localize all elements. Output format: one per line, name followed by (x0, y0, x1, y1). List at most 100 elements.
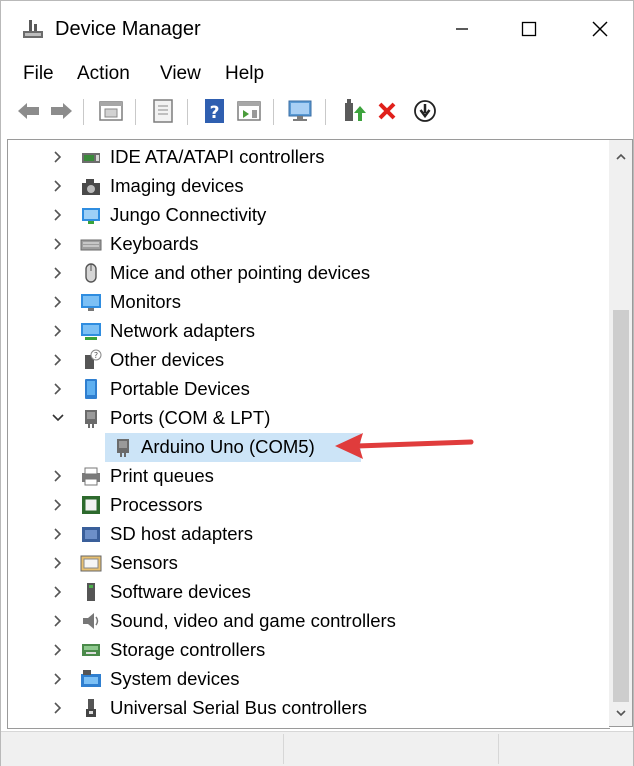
document-icon[interactable] (149, 97, 177, 125)
tree-item-processors[interactable]: Processors (8, 491, 608, 519)
chevron-right-icon[interactable] (52, 353, 64, 367)
tree-item-label: Ports (COM & LPT) (110, 407, 271, 428)
tree-item-system-devices[interactable]: System devices (8, 665, 608, 693)
uninstall-x-icon[interactable] (373, 97, 401, 125)
chevron-right-icon[interactable] (52, 556, 64, 570)
tree-item-label: Print queues (110, 465, 214, 486)
tree-item-label: Arduino Uno (COM5) (141, 436, 315, 457)
window-title: Device Manager (55, 18, 201, 40)
tree-item-ports-com-lpt[interactable]: Ports (COM & LPT) (8, 404, 608, 432)
system-device-icon (81, 670, 101, 687)
sd-adapter-icon (82, 527, 100, 542)
toolbar-separator (83, 99, 84, 125)
status-bar (1, 731, 633, 766)
tree-item-label: Universal Serial Bus controllers (110, 697, 368, 718)
chevron-right-icon[interactable] (52, 527, 64, 541)
vertical-scrollbar[interactable] (609, 139, 633, 727)
ide-controller-icon (82, 153, 100, 163)
tree-item-ide-ata-atapi-controllers[interactable]: IDE ATA/ATAPI controllers (8, 143, 608, 171)
menu-file[interactable]: File (21, 62, 56, 86)
chevron-right-icon[interactable] (52, 701, 64, 715)
chevron-right-icon[interactable] (52, 295, 64, 309)
update-driver-icon[interactable] (339, 97, 367, 125)
menu-view[interactable]: View (158, 62, 203, 86)
tree-item-label: Storage controllers (110, 639, 266, 660)
menu-action[interactable]: Action (75, 62, 132, 86)
back-arrow-icon[interactable] (15, 97, 43, 125)
tree-item-network-adapters[interactable]: Network adapters (8, 317, 608, 345)
network-adapter-icon (81, 323, 101, 340)
forward-arrow-icon[interactable] (47, 97, 75, 125)
imaging-device-icon (82, 179, 100, 195)
scrollbar-thumb[interactable] (613, 310, 629, 702)
chevron-right-icon[interactable] (52, 150, 64, 164)
close-button[interactable] (577, 13, 623, 45)
chevron-right-icon[interactable] (52, 382, 64, 396)
scan-hardware-icon[interactable] (287, 97, 315, 125)
scroll-down-icon[interactable] (614, 706, 628, 720)
menu-help[interactable]: Help (223, 62, 266, 86)
tree-item-monitors[interactable]: Monitors (8, 288, 608, 316)
tree-item-other-devices[interactable]: ? Other devices (8, 346, 608, 374)
scroll-up-icon[interactable] (614, 150, 628, 164)
port-icon (117, 439, 129, 457)
chevron-right-icon[interactable] (52, 208, 64, 222)
tree-item-label: Sound, video and game controllers (110, 610, 396, 631)
chevron-right-icon[interactable] (52, 266, 64, 280)
svg-text:?: ? (210, 103, 220, 123)
tree-item-label: IDE ATA/ATAPI controllers (110, 146, 325, 167)
help-icon[interactable]: ? (201, 97, 229, 125)
tree-item-software-devices[interactable]: Software devices (8, 578, 608, 606)
action-pane-icon[interactable] (235, 97, 263, 125)
tree-item-label: Imaging devices (110, 175, 244, 196)
minimize-button[interactable] (439, 13, 485, 45)
menu-bar: File Action View Help (1, 59, 633, 89)
device-manager-window: Device Manager File Action View Help ? I… (0, 0, 634, 766)
tree-child-item-arduino-uno-com5[interactable]: Arduino Uno (COM5) (8, 433, 608, 462)
tree-item-keyboards[interactable]: Keyboards (8, 230, 608, 258)
printer-icon (82, 467, 100, 486)
chevron-right-icon[interactable] (52, 672, 64, 686)
tree-item-label: Other devices (110, 349, 225, 370)
tree-item-mice-and-other-pointing-devices[interactable]: Mice and other pointing devices (8, 259, 608, 287)
disable-device-icon[interactable] (411, 97, 439, 125)
status-divider (283, 734, 284, 764)
tree-item-print-queues[interactable]: Print queues (8, 462, 608, 490)
title-bar: Device Manager (1, 1, 633, 57)
tree-item-label: Keyboards (110, 233, 199, 254)
chevron-right-icon[interactable] (52, 469, 64, 483)
toolbar-separator (135, 99, 136, 125)
tree-item-label: Portable Devices (110, 378, 250, 399)
tree-item-imaging-devices[interactable]: Imaging devices (8, 172, 608, 200)
tree-item-portable-devices[interactable]: Portable Devices (8, 375, 608, 403)
tree-item-label: Processors (110, 494, 203, 515)
tree-item-jungo-connectivity[interactable]: Jungo Connectivity (8, 201, 608, 229)
tree-item-storage-controllers[interactable]: Storage controllers (8, 636, 608, 664)
tree-item-universal-serial-bus-controllers[interactable]: Universal Serial Bus controllers (8, 694, 608, 722)
tree-item-label: Mice and other pointing devices (110, 262, 371, 283)
status-divider (498, 734, 499, 764)
chevron-right-icon[interactable] (52, 614, 64, 628)
chevron-right-icon[interactable] (52, 498, 64, 512)
speaker-icon (83, 613, 99, 629)
svg-text:?: ? (94, 351, 98, 360)
chevron-right-icon[interactable] (52, 324, 64, 338)
tree-item-sd-host-adapters[interactable]: SD host adapters (8, 520, 608, 548)
maximize-button[interactable] (506, 13, 552, 45)
chevron-down-icon[interactable] (52, 411, 64, 425)
toolbar-separator (273, 99, 274, 125)
properties-icon[interactable] (97, 97, 125, 125)
chevron-right-icon[interactable] (52, 585, 64, 599)
chevron-right-icon[interactable] (52, 237, 64, 251)
chevron-right-icon[interactable] (52, 643, 64, 657)
chevron-right-icon[interactable] (52, 179, 64, 193)
tree-item-label: System devices (110, 668, 240, 689)
keyboard-icon (80, 239, 102, 251)
tree-item-label: Software devices (110, 581, 251, 602)
tree-item-sensors[interactable]: Sensors (8, 549, 608, 577)
processor-icon (82, 496, 100, 514)
tree-item-sound-video-and-game-controllers[interactable]: Sound, video and game controllers (8, 607, 608, 635)
tree-item-label: Monitors (110, 291, 181, 312)
port-icon (85, 410, 97, 428)
other-devices-icon: ? (85, 349, 102, 369)
